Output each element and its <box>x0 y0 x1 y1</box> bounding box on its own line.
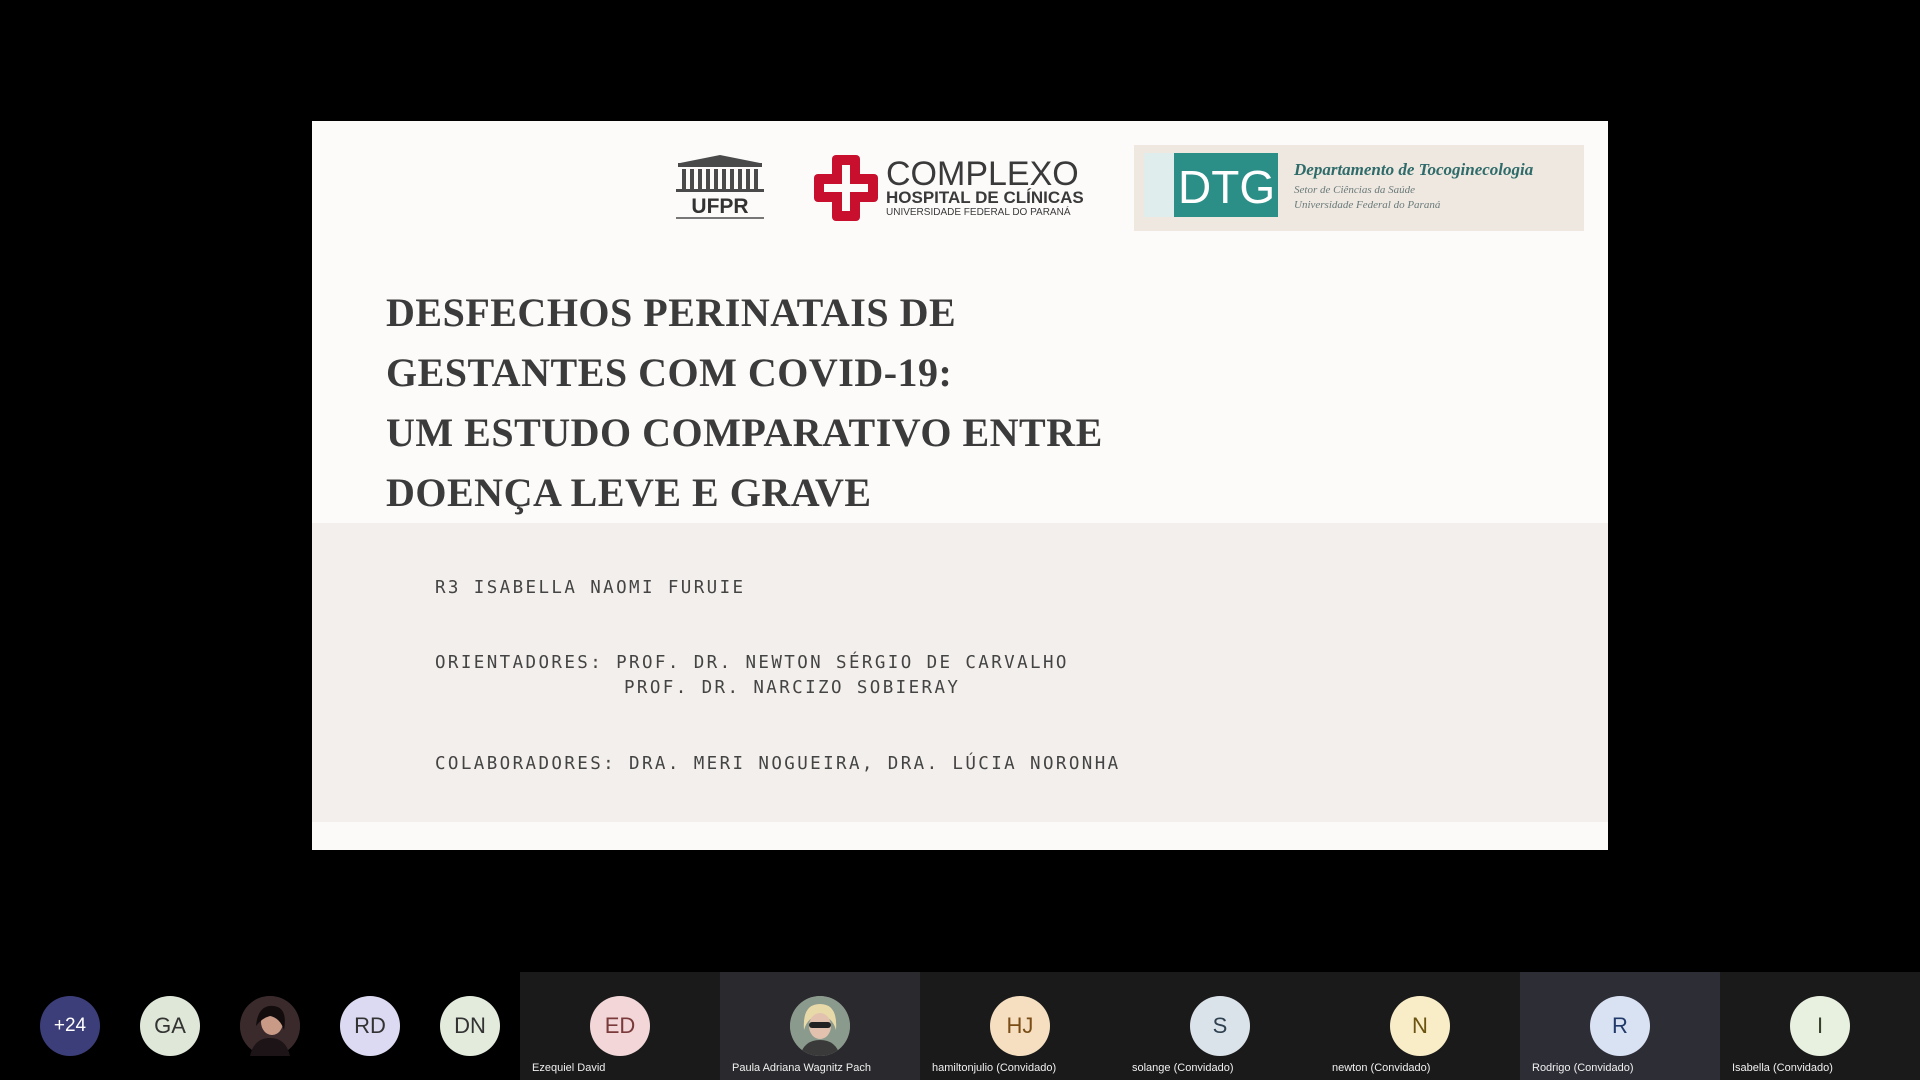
participant-name: solange (Convidado) <box>1132 1062 1234 1074</box>
participant-tile-ezequiel[interactable]: ED Ezequiel David <box>520 972 720 1080</box>
participant-tile-isabella[interactable]: I Isabella (Convidado) <box>1720 972 1920 1080</box>
participant-avatar-ga[interactable]: GA <box>140 996 200 1056</box>
slide-author: R3 ISABELLA NAOMI FURUIE <box>435 578 746 598</box>
participant-avatar: R <box>1590 996 1650 1056</box>
slide-footer-strip <box>312 822 1608 850</box>
participant-tile-rodrigo[interactable]: R Rodrigo (Convidado) <box>1520 972 1720 1080</box>
participant-name: Ezequiel David <box>532 1062 606 1074</box>
more-participants-button[interactable]: +24 <box>40 996 100 1056</box>
svg-text:DTG: DTG <box>1178 161 1275 213</box>
participant-name: Rodrigo (Convidado) <box>1532 1062 1634 1074</box>
participant-avatar-rd[interactable]: RD <box>340 996 400 1056</box>
participant-avatar: ED <box>590 996 650 1056</box>
participant-avatar-photo <box>790 996 850 1056</box>
svg-text:UNIVERSIDADE FEDERAL DO PARANÁ: UNIVERSIDADE FEDERAL DO PARANÁ <box>886 205 1071 218</box>
title-line: DOENÇA LEVE E GRAVE <box>386 470 872 515</box>
svg-text:Departamento de Tocoginecologi: Departamento de Tocoginecologia <box>1293 160 1534 179</box>
slide-advisors: ORIENTADORES: PROF. DR. NEWTON SÉRGIO DE… <box>435 653 1069 673</box>
title-line: DESFECHOS PERINATAIS DE <box>386 290 957 335</box>
dtg-department-logo: DTG Departamento de Tocoginecologia Seto… <box>1134 145 1584 231</box>
participant-name: Isabella (Convidado) <box>1732 1062 1833 1074</box>
svg-text:HOSPITAL DE CLÍNICAS: HOSPITAL DE CLÍNICAS <box>886 188 1084 207</box>
participant-name: newton (Convidado) <box>1332 1062 1431 1074</box>
participant-tile-hamiltonjulio[interactable]: HJ hamiltonjulio (Convidado) <box>920 972 1120 1080</box>
avatar-photo <box>790 996 850 1056</box>
participant-avatar: N <box>1390 996 1450 1056</box>
participant-avatar: HJ <box>990 996 1050 1056</box>
title-line: GESTANTES COM COVID-19: <box>386 350 953 395</box>
participant-name: hamiltonjulio (Convidado) <box>932 1062 1057 1074</box>
participant-tile-solange[interactable]: S solange (Convidado) <box>1120 972 1320 1080</box>
slide-collaborators: COLABORADORES: DRA. MERI NOGUEIRA, DRA. … <box>435 754 1121 774</box>
participant-avatar: S <box>1190 996 1250 1056</box>
title-line: UM ESTUDO COMPARATIVO ENTRE <box>386 410 1103 455</box>
svg-text:Universidade Federal do Paraná: Universidade Federal do Paraná <box>1294 199 1441 211</box>
participant-name: Paula Adriana Wagnitz Pach <box>732 1062 872 1074</box>
participant-avatar-dn[interactable]: DN <box>440 996 500 1056</box>
avatar-photo <box>240 996 300 1056</box>
participant-avatar: I <box>1790 996 1850 1056</box>
ufpr-logo: UFPR <box>676 155 764 219</box>
participant-tile-paula[interactable]: Paula Adriana Wagnitz Pach <box>720 972 920 1080</box>
slide-advisors-second: PROF. DR. NARCIZO SOBIERAY <box>624 678 961 698</box>
svg-text:Setor de Ciências da Saúde: Setor de Ciências da Saúde <box>1294 184 1415 196</box>
hospital-de-clinicas-logo: COMPLEXO HOSPITAL DE CLÍNICAS UNIVERSIDA… <box>814 155 1084 221</box>
participant-avatar-photo[interactable] <box>240 996 300 1056</box>
shared-slide: UFPR COMPLEXO HOSPITAL DE CLÍNICAS UNIVE… <box>312 121 1608 850</box>
participant-tile-newton[interactable]: N newton (Convidado) <box>1320 972 1520 1080</box>
svg-text:UFPR: UFPR <box>691 195 748 218</box>
slide-title: DESFECHOS PERINATAIS DE GESTANTES COM CO… <box>386 283 1246 523</box>
